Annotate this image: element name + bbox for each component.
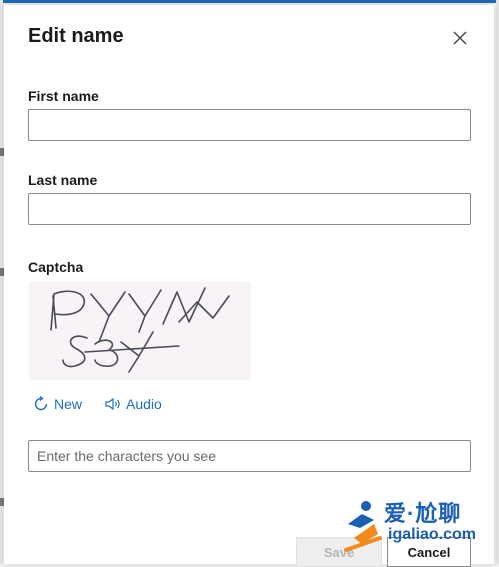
captcha-glyphs — [50, 287, 230, 373]
close-icon — [453, 31, 467, 45]
captcha-label: Captcha — [28, 259, 84, 275]
new-captcha-label: New — [54, 396, 83, 412]
watermark-title: 爱·尬聊 — [384, 501, 462, 526]
audio-captcha-button[interactable]: Audio — [104, 395, 162, 413]
first-name-input[interactable] — [28, 109, 471, 141]
page-background-left — [0, 0, 3, 564]
first-name-label: First name — [28, 88, 99, 104]
new-captcha-button[interactable]: New — [32, 395, 82, 413]
last-name-input[interactable] — [28, 193, 471, 225]
audio-captcha-label: Audio — [126, 396, 162, 412]
watermark-url: igaliao.com — [388, 526, 477, 543]
dialog-title: Edit name — [28, 25, 124, 47]
captcha-input[interactable] — [28, 440, 471, 472]
captcha-image — [29, 282, 251, 380]
edit-name-dialog: Edit name First name Last name Captcha N… — [4, 5, 494, 567]
close-button[interactable] — [449, 27, 471, 49]
speaker-icon — [105, 397, 120, 411]
last-name-label: Last name — [28, 172, 98, 188]
page-accent-bar — [0, 0, 499, 3]
refresh-icon — [34, 395, 48, 411]
